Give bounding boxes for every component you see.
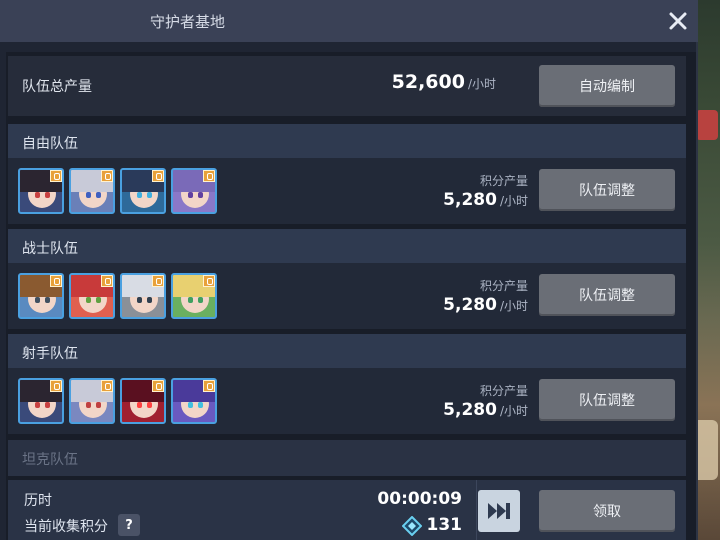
rank-badge-icon <box>101 170 113 182</box>
hero-eye <box>147 402 152 408</box>
team-name: 射手队伍 <box>22 346 78 362</box>
hero-portrait[interactable] <box>69 168 115 214</box>
hero-portrait[interactable] <box>18 273 64 319</box>
close-button[interactable] <box>664 7 692 35</box>
team-body: 积分产量 5,280/小时 队伍调整 <box>8 263 686 329</box>
rank-badge-icon <box>101 275 113 287</box>
total-production-label: 队伍总产量 <box>22 79 92 95</box>
points-diamond-icon <box>402 516 422 536</box>
team-free: 自由队伍 积分产量 5,280/小时 队伍调整 <box>8 124 686 224</box>
team-avatars <box>18 168 217 214</box>
team-avatars <box>18 378 217 424</box>
rank-badge-icon <box>101 380 113 392</box>
auto-arrange-button[interactable]: 自动编制 <box>539 65 675 107</box>
close-icon <box>669 12 687 30</box>
elapsed-label: 历时 <box>24 493 52 509</box>
points-production-value: 5,280/小时 <box>443 295 528 315</box>
hero-eye <box>198 402 203 408</box>
team-tank-header[interactable]: 坦克队伍 <box>8 440 686 476</box>
hero-portrait[interactable] <box>18 168 64 214</box>
team-body: 积分产量 5,280/小时 队伍调整 <box>8 368 686 434</box>
hero-eye <box>188 297 193 303</box>
hero-eye <box>188 402 193 408</box>
team-name: 自由队伍 <box>22 136 78 152</box>
hero-eye <box>45 402 50 408</box>
team-warrior: 战士队伍 积分产量 5,280/小时 队伍调整 <box>8 229 686 329</box>
team-archer: 射手队伍 积分产量 5,280/小时 队伍调整 <box>8 334 686 434</box>
points-production-label: 积分产量 <box>479 174 528 188</box>
adjust-team-button[interactable]: 队伍调整 <box>539 169 675 211</box>
team-header: 射手队伍 <box>8 334 686 368</box>
total-production-row: 队伍总产量 52,600/小时 自动编制 <box>8 56 686 116</box>
rank-badge-icon <box>50 275 62 287</box>
hero-eye <box>198 297 203 303</box>
team-header: 战士队伍 <box>8 229 686 263</box>
team-body: 积分产量 5,280/小时 队伍调整 <box>8 158 686 224</box>
hero-eye <box>96 402 101 408</box>
points-production-label: 积分产量 <box>479 384 528 398</box>
hero-eye <box>96 192 101 198</box>
hero-eye <box>35 402 40 408</box>
hero-eye <box>147 297 152 303</box>
skip-forward-icon <box>488 503 510 519</box>
hero-portrait[interactable] <box>120 168 166 214</box>
hero-eye <box>147 192 152 198</box>
hero-eye <box>137 297 142 303</box>
hero-eye <box>137 192 142 198</box>
hero-portrait[interactable] <box>69 273 115 319</box>
rank-badge-icon <box>203 275 215 287</box>
elapsed-time-value: 00:00:09 <box>377 489 462 509</box>
help-button[interactable]: ? <box>118 514 140 536</box>
rank-badge-icon <box>203 170 215 182</box>
points-production-label: 积分产量 <box>479 279 528 293</box>
hero-portrait[interactable] <box>18 378 64 424</box>
rank-badge-icon <box>152 170 164 182</box>
hero-portrait[interactable] <box>69 378 115 424</box>
hero-eye <box>45 297 50 303</box>
hero-eye <box>86 297 91 303</box>
hero-eye <box>137 402 142 408</box>
team-name: 战士队伍 <box>22 241 78 257</box>
hero-eye <box>96 297 101 303</box>
hero-portrait[interactable] <box>120 273 166 319</box>
adjust-team-button[interactable]: 队伍调整 <box>539 274 675 316</box>
guardian-base-modal: 守护者基地 队伍总产量 52,600/小时 自动编制 自由队伍 积分产量 5,2… <box>0 0 698 540</box>
rank-badge-icon <box>50 380 62 392</box>
modal-title: 守护者基地 <box>150 13 226 31</box>
hero-eye <box>86 402 91 408</box>
fast-forward-button[interactable] <box>478 490 520 532</box>
hero-portrait[interactable] <box>171 168 217 214</box>
adjust-team-button[interactable]: 队伍调整 <box>539 379 675 421</box>
background-decoration <box>696 110 718 140</box>
team-avatars <box>18 273 217 319</box>
hero-eye <box>86 192 91 198</box>
hero-eye <box>35 297 40 303</box>
footer-divider <box>476 480 477 540</box>
hero-portrait[interactable] <box>171 378 217 424</box>
hero-portrait[interactable] <box>120 378 166 424</box>
points-production-value: 5,280/小时 <box>443 190 528 210</box>
claim-button[interactable]: 领取 <box>539 490 675 532</box>
team-name: 坦克队伍 <box>22 452 78 468</box>
hero-eye <box>35 192 40 198</box>
collected-points-label: 当前收集积分 <box>24 519 108 535</box>
collected-points-value: 131 <box>426 515 463 535</box>
hero-eye <box>188 192 193 198</box>
rank-badge-icon <box>152 380 164 392</box>
title-bar: 守护者基地 <box>0 0 698 42</box>
points-production-value: 5,280/小时 <box>443 400 528 420</box>
hero-eye <box>198 192 203 198</box>
hero-portrait[interactable] <box>171 273 217 319</box>
hero-eye <box>45 192 50 198</box>
team-header: 自由队伍 <box>8 124 686 158</box>
total-production-value: 52,600/小时 <box>391 71 496 93</box>
rank-badge-icon <box>152 275 164 287</box>
rank-badge-icon <box>50 170 62 182</box>
rank-badge-icon <box>203 380 215 392</box>
